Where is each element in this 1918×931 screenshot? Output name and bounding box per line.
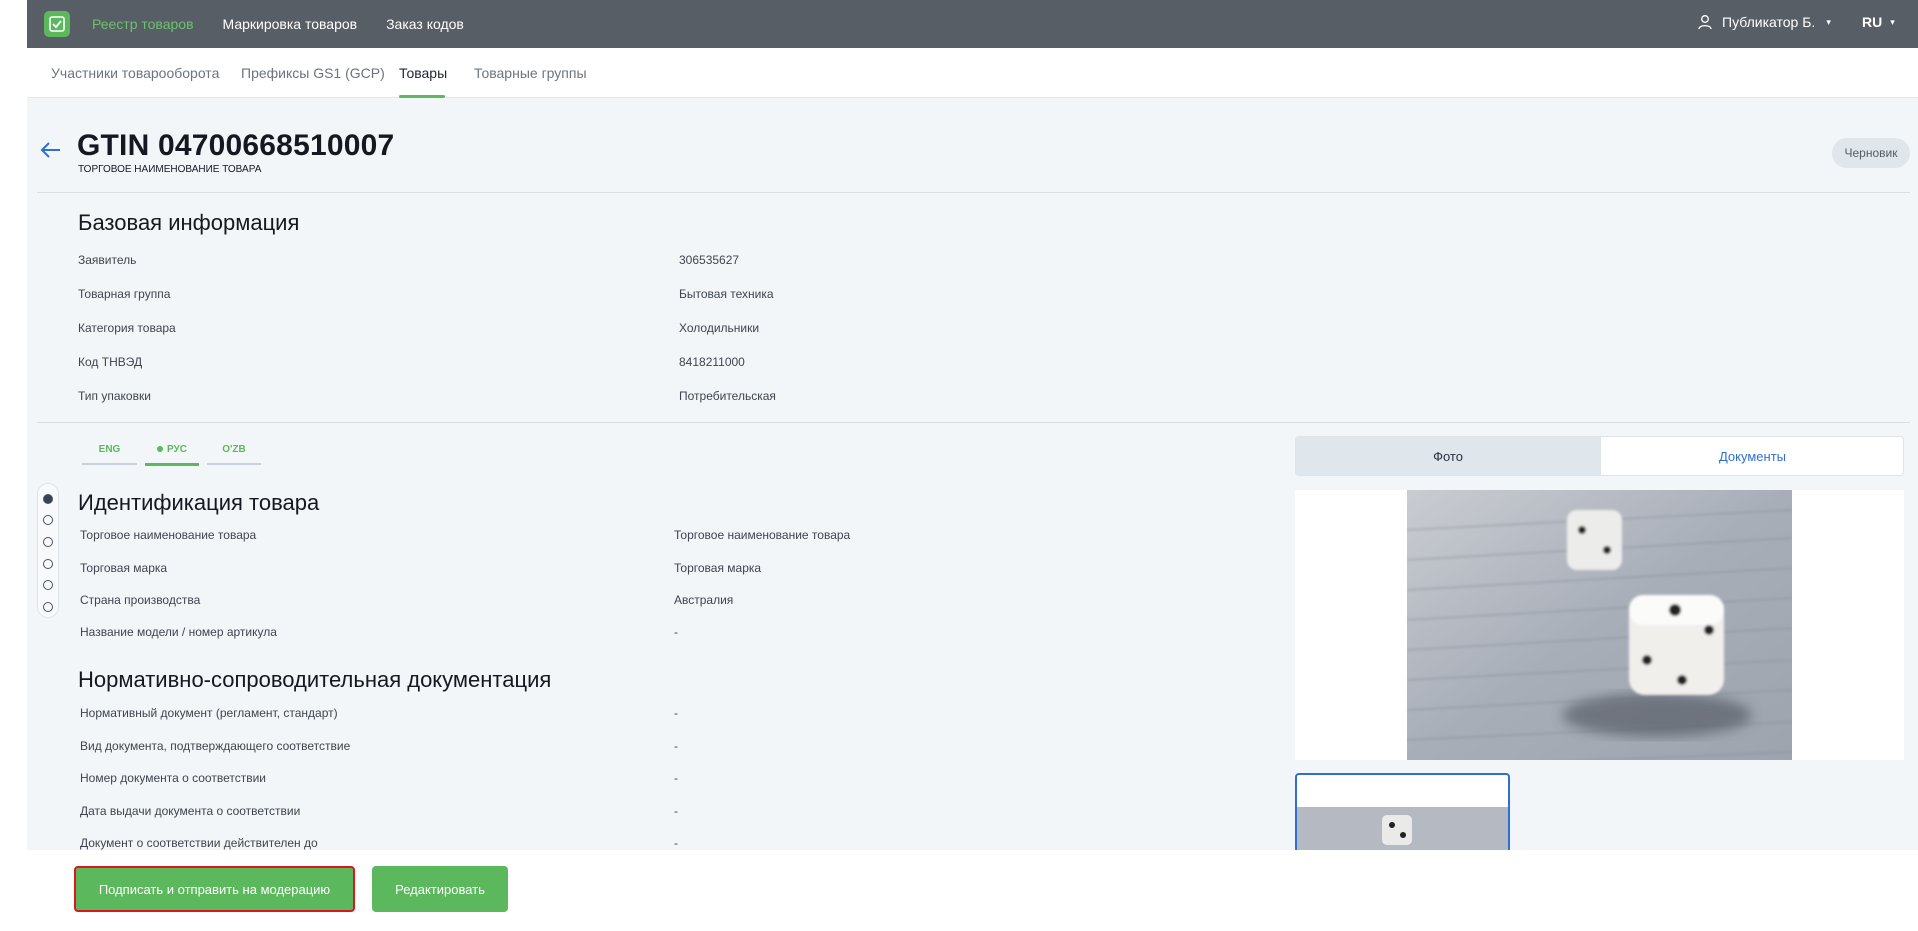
field-label: Номер документа о соответствии	[80, 771, 266, 785]
stepper-dot[interactable]	[43, 494, 53, 504]
field-label: Торговая марка	[80, 561, 168, 575]
divider	[37, 192, 1910, 193]
field-label: Дата выдачи документа о соответствии	[80, 804, 301, 818]
active-tab-indicator	[399, 95, 445, 98]
stepper-dot[interactable]	[43, 602, 53, 612]
field-value: -	[674, 771, 678, 785]
tab-documents[interactable]: Документы	[1600, 437, 1903, 475]
field-label: Торговое наименование товара	[80, 528, 257, 542]
field-value: -	[674, 804, 678, 818]
user-icon	[1698, 15, 1712, 30]
field-label: Вид документа, подтверждающего соответст…	[80, 739, 351, 753]
field-label: Товарная группа	[78, 287, 171, 301]
stepper-dot[interactable]	[43, 580, 53, 590]
field-label: Код ТНВЭД	[78, 355, 143, 369]
active-dot-icon	[157, 446, 163, 453]
nav-item-registry[interactable]: Реестр товаров	[92, 16, 194, 32]
section-tabs: Участники товарооборота Префиксы GS1 (GC…	[27, 48, 1918, 98]
field-label: Категория товара	[78, 321, 176, 335]
field-value: -	[674, 836, 678, 850]
field-value: 8418211000	[679, 355, 745, 369]
divider	[37, 422, 1910, 423]
nav-item-code-order[interactable]: Заказ кодов	[386, 16, 464, 32]
tab-participants[interactable]: Участники товарооборота	[51, 65, 219, 81]
field-value: Австралия	[674, 593, 734, 607]
chevron-down-icon: ▾	[1826, 16, 1831, 27]
section-title-identification: Идентификация товара	[78, 490, 320, 515]
stepper-dot[interactable]	[43, 559, 53, 569]
section-stepper	[37, 483, 59, 618]
status-badge: Черновик	[1832, 138, 1910, 168]
edit-button[interactable]: Редактировать	[372, 866, 508, 912]
top-bar: Реестр товаров Маркировка товаров Заказ …	[27, 0, 1918, 48]
field-value: Холодильники	[679, 321, 760, 335]
tab-prefixes[interactable]: Префиксы GS1 (GCP)	[241, 65, 385, 81]
tab-photo[interactable]: Фото	[1296, 437, 1600, 475]
media-tabs: Фото Документы	[1295, 436, 1904, 476]
page-subtitle: ТОРГОВОЕ НАИМЕНОВАНИЕ ТОВАРА	[78, 164, 262, 175]
photo-thumbnail[interactable]	[1295, 773, 1510, 853]
language-switcher[interactable]: RU ▾	[1862, 14, 1895, 30]
tab-product-groups[interactable]: Товарные группы	[474, 65, 587, 81]
user-name: Публикатор Б.	[1722, 14, 1816, 30]
tab-products[interactable]: Товары	[399, 65, 447, 81]
field-label: Тип упаковки	[78, 389, 151, 403]
stepper-dot[interactable]	[43, 537, 53, 547]
field-label: Название модели / номер артикула	[80, 625, 277, 639]
language-label: RU	[1862, 14, 1883, 30]
top-navigation: Реестр товаров Маркировка товаров Заказ …	[92, 0, 464, 48]
lang-tab-underline	[82, 463, 137, 465]
field-label: Страна производства	[80, 593, 201, 607]
app-logo-icon[interactable]	[44, 11, 70, 37]
field-value: -	[674, 625, 678, 639]
field-value: Бытовая техника	[679, 287, 774, 301]
field-value: Торговое наименование товара	[674, 528, 851, 542]
lang-tab-label: РУС	[167, 444, 187, 455]
app-frame: Реестр товаров Маркировка товаров Заказ …	[27, 0, 1918, 931]
field-value: -	[674, 739, 678, 753]
user-menu[interactable]: Публикатор Б. ▾	[1697, 14, 1831, 30]
section-title-docs: Нормативно-сопроводительная документация	[78, 667, 552, 692]
back-arrow-icon[interactable]	[39, 138, 63, 162]
field-label: Заявитель	[78, 253, 137, 267]
field-value: Потребительская	[679, 389, 776, 403]
product-photo[interactable]	[1407, 490, 1792, 760]
page-title: GTIN 04700668510007	[77, 129, 395, 162]
field-value: Торговая марка	[674, 561, 762, 575]
section-title-basic: Базовая информация	[78, 210, 300, 235]
field-value: 306535627	[679, 253, 740, 267]
field-label: Документ о соответствии действителен до	[80, 836, 318, 850]
nav-item-marking[interactable]: Маркировка товаров	[223, 16, 358, 32]
field-label: Нормативный документ (регламент, стандар…	[80, 706, 338, 720]
lang-tab-underline	[207, 463, 261, 465]
sign-and-submit-button[interactable]: Подписать и отправить на модерацию	[74, 866, 355, 912]
field-value: -	[674, 706, 678, 720]
photo-viewer	[1295, 490, 1904, 760]
lang-tab-underline-active	[145, 463, 199, 466]
chevron-down-icon: ▾	[1890, 16, 1895, 27]
stepper-dot[interactable]	[43, 515, 53, 525]
